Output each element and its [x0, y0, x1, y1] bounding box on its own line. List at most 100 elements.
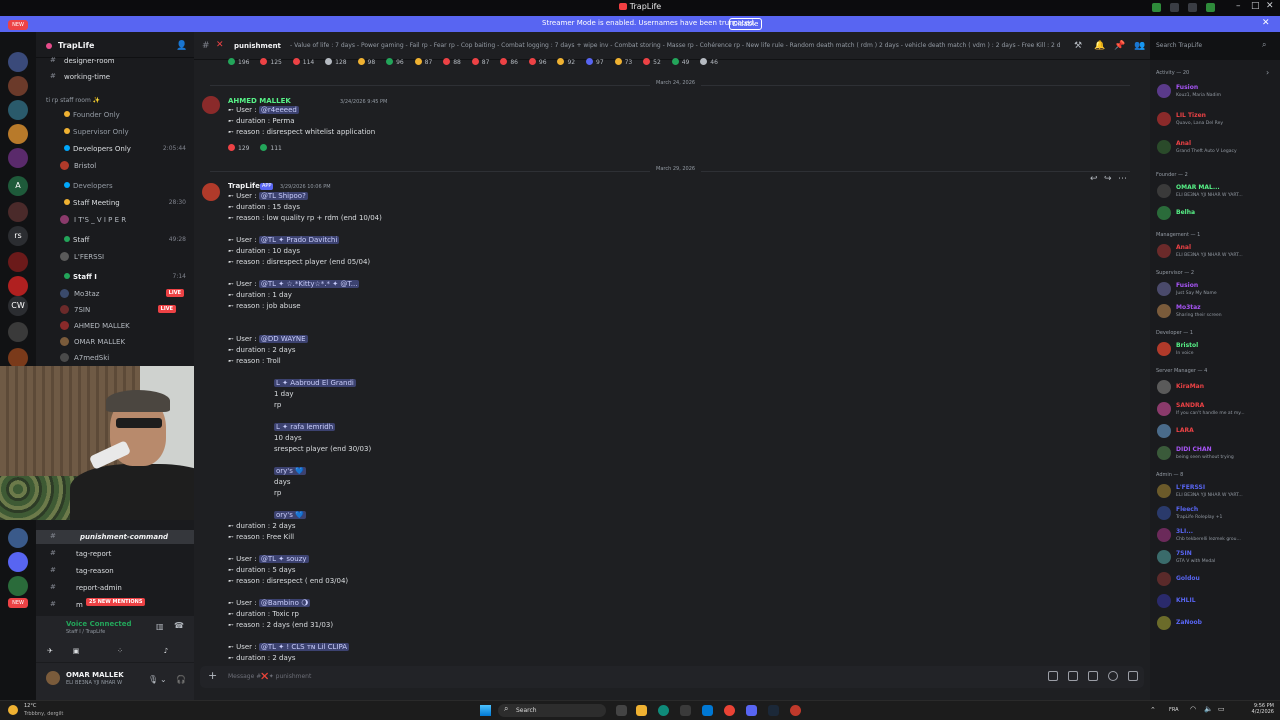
minimize-icon[interactable]: –: [1236, 1, 1241, 11]
reaction[interactable]: 129: [228, 144, 249, 152]
server-icon[interactable]: [8, 552, 28, 572]
mail-icon[interactable]: [702, 705, 713, 716]
chevron-down-icon[interactable]: ⌄: [160, 675, 167, 684]
voice-channel[interactable]: Supervisor Only: [36, 125, 194, 139]
voice-user[interactable]: Bristol: [36, 159, 194, 173]
reaction[interactable]: 92: [557, 58, 575, 66]
message-composer[interactable]: + Message #❌✦ punishment: [200, 666, 1144, 688]
avatar[interactable]: [1157, 342, 1171, 356]
voice-user[interactable]: AHMED MALLEK: [36, 319, 194, 333]
channel-item[interactable]: # designer-room: [36, 54, 194, 68]
avatar[interactable]: [1157, 484, 1171, 498]
server-icon[interactable]: CW: [8, 296, 28, 316]
server-icon[interactable]: [8, 52, 28, 72]
member-name[interactable]: SANDRA: [1176, 402, 1204, 409]
signal-icon[interactable]: ▥: [156, 622, 164, 631]
voice-user[interactable]: Mo3taz LIVE: [36, 287, 194, 301]
edge-icon[interactable]: [658, 705, 669, 716]
store-icon[interactable]: [680, 705, 691, 716]
steam-icon[interactable]: [768, 705, 779, 716]
member-name[interactable]: LIL Tizen: [1176, 112, 1206, 119]
member-name[interactable]: ZaNoob: [1176, 619, 1202, 626]
maximize-icon[interactable]: □: [1251, 1, 1260, 11]
avatar[interactable]: [1157, 380, 1171, 394]
download-icon[interactable]: [1206, 3, 1215, 12]
server-icon[interactable]: [8, 348, 28, 368]
voice-location[interactable]: Staff I / TrapLife: [66, 629, 105, 635]
no-video-icon[interactable]: ✈: [36, 644, 64, 658]
mic-icon[interactable]: 🎙: [148, 675, 158, 684]
voice-channel[interactable]: Developers Only 2:05:44: [36, 142, 194, 156]
gift-icon[interactable]: [1048, 671, 1058, 681]
server-icon[interactable]: rs: [8, 226, 28, 246]
avatar[interactable]: [202, 183, 220, 201]
close-icon[interactable]: ✕: [1266, 1, 1274, 11]
forward-icon[interactable]: ↪: [1104, 174, 1112, 184]
avatar[interactable]: [1157, 424, 1171, 438]
member-name[interactable]: Mo3taz: [1176, 304, 1201, 311]
avatar[interactable]: [1157, 572, 1171, 586]
member-name[interactable]: Belha: [1176, 209, 1195, 216]
inbox-icon[interactable]: [1170, 3, 1179, 12]
reaction[interactable]: 73: [614, 58, 632, 66]
user-mention[interactable]: @Bambino 🌖: [258, 599, 311, 607]
voice-channel[interactable]: Staff Meeting 28:30: [36, 196, 194, 210]
member-name[interactable]: Fleech: [1176, 506, 1198, 513]
add-attachment-icon[interactable]: +: [208, 669, 217, 682]
server-icon[interactable]: [8, 202, 28, 222]
avatar[interactable]: [1157, 282, 1171, 296]
user-mention[interactable]: @TL ✦ souzy: [258, 555, 309, 563]
soundboard-icon[interactable]: ♪: [152, 644, 180, 658]
member-name[interactable]: LARA: [1176, 427, 1194, 434]
volume-icon[interactable]: 🔈: [1204, 705, 1213, 713]
avatar[interactable]: [1157, 528, 1171, 542]
user-mention[interactable]: ory's 💙: [274, 511, 306, 519]
server-icon[interactable]: [8, 148, 28, 168]
reaction[interactable]: 46: [700, 58, 718, 66]
battery-icon[interactable]: ▭: [1218, 705, 1225, 713]
invite-icon[interactable]: 👤: [176, 41, 187, 51]
channel-item[interactable]: # working-time: [36, 70, 194, 84]
server-icon[interactable]: [8, 276, 28, 296]
avatar[interactable]: [1157, 184, 1171, 198]
server-icon[interactable]: [8, 322, 28, 342]
member-name[interactable]: Anal: [1176, 244, 1191, 251]
avatar[interactable]: [1157, 206, 1171, 220]
reaction[interactable]: 96: [386, 58, 404, 66]
wifi-icon[interactable]: ◠: [1190, 705, 1196, 713]
message-author[interactable]: TrapLife: [228, 182, 260, 190]
help-icon[interactable]: [1188, 3, 1197, 12]
avatar[interactable]: [1157, 446, 1171, 460]
member-name[interactable]: L'FERSSI: [1176, 484, 1205, 491]
server-icon[interactable]: A: [8, 176, 28, 196]
activities-icon[interactable]: ⁘: [106, 644, 134, 658]
user-mention[interactable]: L ✦ Aabroud El Grandi: [274, 379, 356, 387]
reply-icon[interactable]: ↩: [1090, 174, 1098, 184]
server-icon[interactable]: [8, 100, 28, 120]
user-mention[interactable]: @r4eeeed: [258, 106, 299, 114]
chevron-up-icon[interactable]: ⌃: [1150, 706, 1156, 714]
voice-channel[interactable]: Developers: [36, 179, 194, 193]
avatar[interactable]: [1157, 616, 1171, 630]
member-name[interactable]: KHLIL: [1176, 597, 1196, 604]
member-name[interactable]: Anal: [1176, 140, 1191, 147]
voice-user[interactable]: OMAR MALLEK: [36, 335, 194, 349]
voice-channel[interactable]: Staff I 7:14: [36, 270, 194, 284]
user-mention[interactable]: @TL ✦ ☆.*Kitty☆*.* ✦ @T...: [258, 280, 360, 288]
gif-icon[interactable]: [1068, 671, 1078, 681]
reaction[interactable]: 86: [500, 58, 518, 66]
search-box[interactable]: Search TrapLife ⌕: [1150, 38, 1274, 54]
windows-start-icon[interactable]: [480, 705, 491, 716]
server-icon[interactable]: [8, 124, 28, 144]
emoji-icon[interactable]: [1108, 671, 1118, 681]
reaction[interactable]: 87: [414, 58, 432, 66]
server-icon[interactable]: [8, 576, 28, 596]
reaction[interactable]: 114: [292, 58, 314, 66]
search-input[interactable]: Search TrapLife: [1156, 42, 1202, 49]
task-view-icon[interactable]: [616, 705, 627, 716]
user-mention[interactable]: @TL ✦ Prado Davitchi: [258, 236, 340, 244]
channel-item[interactable]: # tag-report: [36, 547, 194, 561]
sticker-icon[interactable]: [1088, 671, 1098, 681]
screen-share-icon[interactable]: ▣: [62, 644, 90, 658]
voice-user[interactable]: 7SIN LIVE: [36, 303, 194, 317]
